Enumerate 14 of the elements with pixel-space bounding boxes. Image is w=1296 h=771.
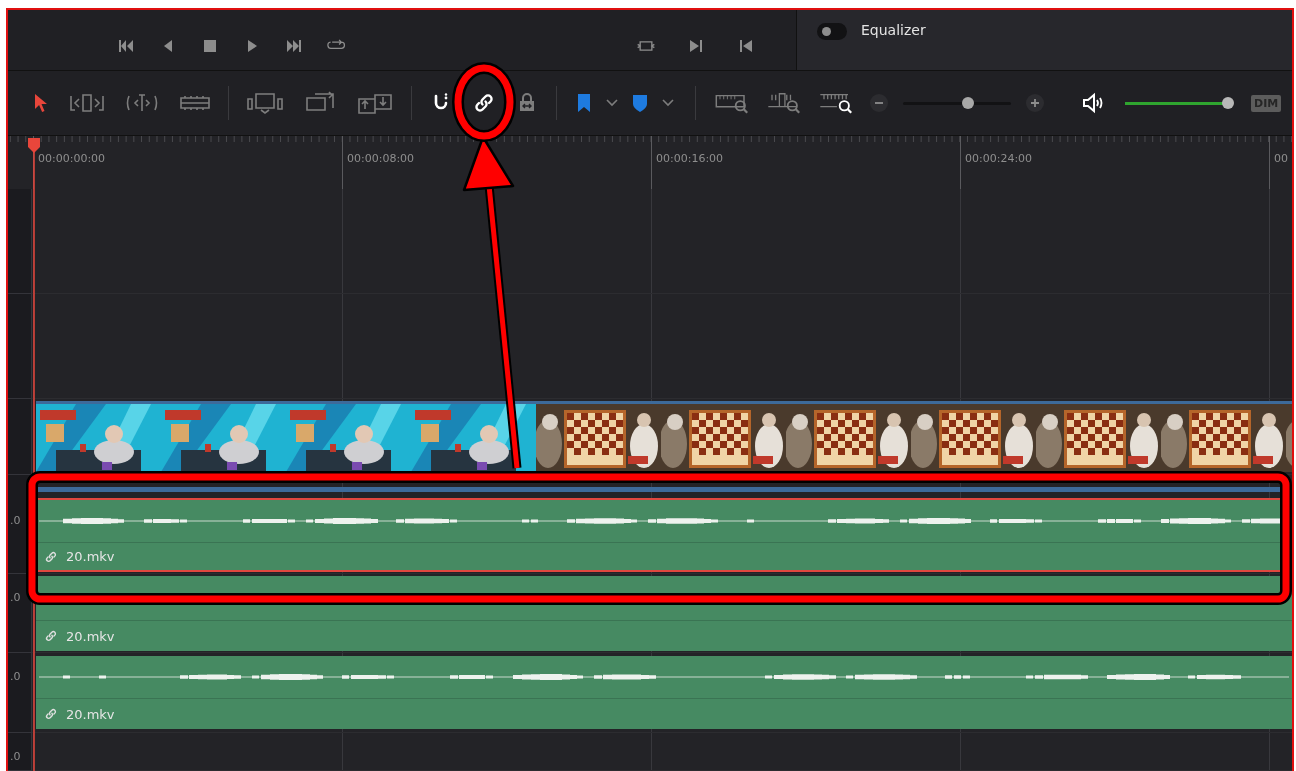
clip-name: 20.mkv [66,628,115,644]
timecode: 00:00:24:00 [965,152,1033,165]
timecode: 00:00:08:00 [347,152,415,165]
clip-name: 20.mkv [66,549,115,564]
timeline-ruler[interactable]: 00:00:00:00 00:00:08:00 00:00:16:00 00:00:24:00 00 [8,136,1292,189]
timecode: 00:00:16:00 [656,152,724,165]
timecode: 00:00:00:00 [38,152,106,165]
clip-name: 20.mkv [66,706,115,722]
equalizer-label: Equalizer [861,22,926,38]
track-level: .0 [9,670,21,683]
track-level: .0 [9,591,21,604]
track-level: .0 [9,750,21,763]
timecode: 00 [1274,152,1288,165]
track-level: .0 [9,514,21,527]
